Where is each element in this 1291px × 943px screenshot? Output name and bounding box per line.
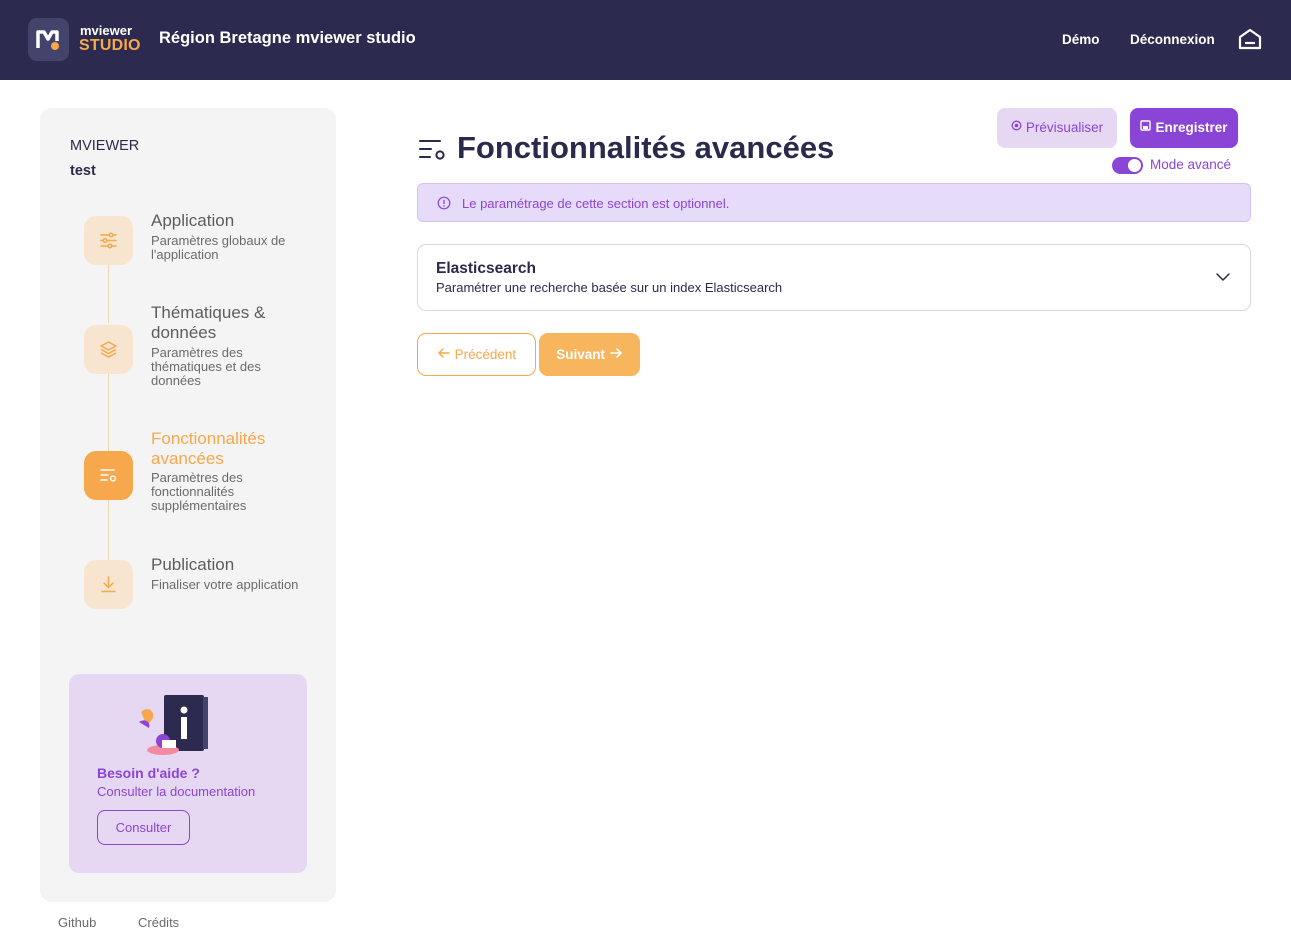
project-name: test <box>70 163 96 179</box>
app-title: Région Bretagne mviewer studio <box>159 29 416 47</box>
step-title-fonctionnalites[interactable]: Fonctionnalités avancées <box>151 429 311 468</box>
list-settings-icon <box>418 137 448 163</box>
mviewer-logo-icon[interactable] <box>28 18 69 61</box>
step-connector <box>108 499 109 560</box>
step-desc-thematiques: Paramètres des thématiques et des donnée… <box>151 345 261 388</box>
advanced-mode-label: Mode avancé <box>1150 157 1232 172</box>
step-desc-publication: Finaliser votre application <box>151 577 299 592</box>
sidebar: MVIEWER test Application Paramètres glob… <box>40 108 336 902</box>
sliders-icon[interactable] <box>84 216 133 265</box>
top-navbar: mviewer STUDIO Région Bretagne mviewer s… <box>0 0 1291 80</box>
next-button-label: Suivant <box>556 347 605 362</box>
github-link[interactable]: Github <box>58 915 96 930</box>
project-label: MVIEWER <box>70 138 140 154</box>
help-subtitle: Consulter la documentation <box>97 784 256 799</box>
alert-text: Le paramétrage de cette section est opti… <box>462 196 730 211</box>
consult-button[interactable]: Consulter <box>97 810 190 845</box>
previous-button[interactable]: Précédent <box>417 333 536 376</box>
page-title: Fonctionnalités avancées <box>457 130 835 165</box>
save-button-label: Enregistrer <box>1155 120 1228 135</box>
chevron-down-icon[interactable] <box>1215 269 1231 290</box>
info-circle-icon <box>437 196 451 215</box>
download-icon[interactable] <box>84 560 133 609</box>
nav-demo-link[interactable]: Démo <box>1062 32 1100 47</box>
preview-button-label: Prévisualiser <box>1025 120 1104 135</box>
logo-studio: STUDIO <box>79 37 141 54</box>
previous-button-label: Précédent <box>454 347 517 362</box>
list-settings-icon[interactable] <box>84 451 133 500</box>
elasticsearch-accordion[interactable]: Elasticsearch Paramétrer une recherche b… <box>417 244 1251 311</box>
preview-button[interactable]: Prévisualiser <box>997 108 1117 148</box>
step-title-application[interactable]: Application <box>151 211 311 231</box>
step-desc-fonctionnalites: Paramètres des fonctionnalités supplémen… <box>151 470 247 513</box>
step-title-thematiques[interactable]: Thématiques & données <box>151 303 311 342</box>
step-connector <box>108 264 109 323</box>
accordion-title: Elasticsearch <box>436 260 536 277</box>
info-book-illustration-icon <box>137 692 213 758</box>
step-title-publication[interactable]: Publication <box>151 555 311 575</box>
logo-wordmark: mviewer <box>80 23 133 38</box>
nav-logout-link[interactable]: Déconnexion <box>1130 32 1215 47</box>
accordion-subtitle: Paramétrer une recherche basée sur un in… <box>436 280 783 295</box>
toggle-knob <box>1128 159 1141 172</box>
layers-icon[interactable] <box>84 325 133 374</box>
save-button[interactable]: Enregistrer <box>1130 108 1238 148</box>
next-button[interactable]: Suivant <box>539 333 640 376</box>
arrow-left-icon <box>437 334 451 375</box>
step-desc-application: Paramètres globaux de l'application <box>151 233 286 262</box>
step-connector <box>108 373 109 453</box>
arrow-right-icon <box>609 333 623 376</box>
credits-link[interactable]: Crédits <box>138 915 179 930</box>
help-title: Besoin d'aide ? <box>97 765 200 781</box>
info-alert: Le paramétrage de cette section est opti… <box>417 183 1251 222</box>
floppy-icon <box>1140 107 1152 147</box>
home-icon[interactable] <box>1237 27 1263 51</box>
help-card: Besoin d'aide ? Consulter la documentati… <box>69 674 307 873</box>
advanced-mode-toggle[interactable] <box>1112 157 1143 174</box>
eye-icon <box>1011 107 1022 147</box>
